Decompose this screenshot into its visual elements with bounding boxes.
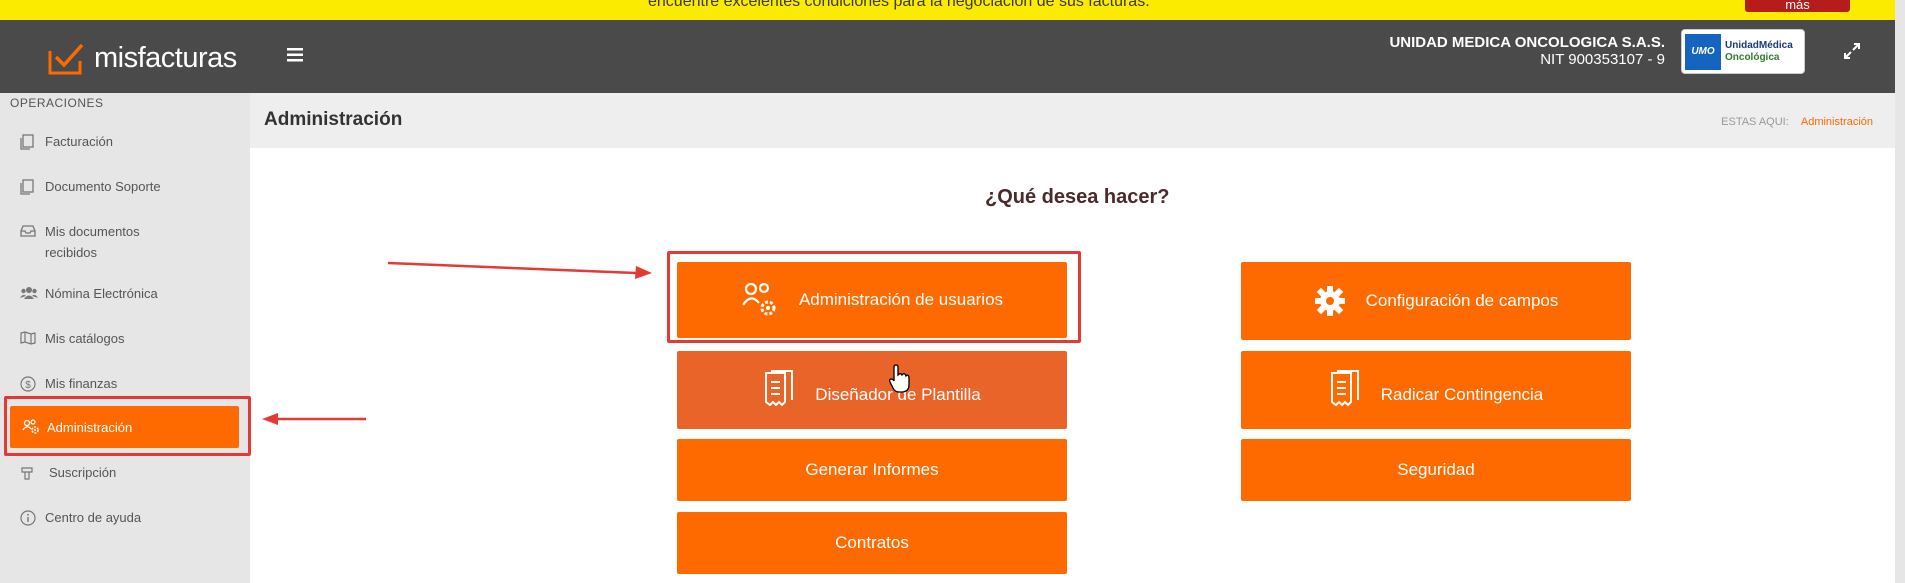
sidebar-item-label: Nómina Electrónica — [45, 286, 158, 301]
menu-toggle-icon[interactable] — [287, 42, 303, 68]
company-logo-mark: UMO — [1685, 33, 1721, 70]
admin-users-highlight-box — [667, 251, 1081, 343]
receipt-icon — [1329, 370, 1361, 410]
checkbox-logo-icon — [48, 43, 84, 75]
hand-icon — [20, 465, 36, 481]
map-icon — [20, 331, 36, 347]
generate-reports-label: Generar Informes — [805, 460, 939, 479]
fullscreen-icon[interactable] — [1844, 42, 1860, 65]
document-icon — [20, 134, 36, 150]
svg-text:$: $ — [25, 380, 31, 391]
sidebar-item-suscripcion[interactable]: Suscripción — [20, 465, 116, 481]
sidebar-item-facturacion[interactable]: Facturación — [20, 134, 113, 150]
sidebar-item-label: Mis finanzas — [45, 376, 118, 391]
sidebar-section-title: OPERACIONES — [10, 96, 104, 110]
sidebar-item-label: Suscripción — [49, 465, 117, 480]
page-scrollbar[interactable] — [1895, 0, 1905, 583]
config-fields-button[interactable]: Configuración de campos — [1241, 262, 1631, 340]
config-fields-label: Configuración de campos — [1365, 291, 1559, 310]
banner-text: encuentre excelentes condiciones para la… — [648, 0, 1150, 10]
gear-icon — [1314, 285, 1346, 317]
sidebar-item-documento-soporte[interactable]: Documento Soporte — [20, 179, 161, 195]
sidebar-item-nomina[interactable]: Nómina Electrónica — [20, 286, 158, 302]
page-question: ¿Qué desea hacer? — [985, 186, 1170, 208]
document-icon — [20, 179, 36, 195]
company-logo-line2: Oncológica — [1725, 51, 1780, 63]
dollar-icon: $ — [20, 376, 36, 392]
security-button[interactable]: Seguridad — [1241, 439, 1631, 501]
file-contingency-label: Radicar Contingencia — [1380, 385, 1544, 404]
promo-banner: encuentre excelentes condiciones para la… — [0, 0, 1905, 20]
sidebar-item-label: Mis catálogos — [45, 331, 125, 346]
security-label: Seguridad — [1397, 460, 1475, 479]
banner-more-button[interactable]: más — [1745, 0, 1850, 12]
generate-reports-button[interactable]: Generar Informes — [677, 439, 1067, 501]
sidebar-item-label: Documento Soporte — [45, 179, 161, 194]
sidebar-item-label: Facturación — [45, 134, 113, 149]
sidebar: OPERACIONES Facturación Documento Soport… — [0, 93, 250, 583]
info-icon — [20, 510, 36, 526]
contracts-button[interactable]: Contratos — [677, 512, 1067, 574]
arrow-left-icon — [262, 413, 366, 425]
company-info: UNIDAD MEDICA ONCOLOGICA S.A.S. NIT 9003… — [1389, 34, 1665, 68]
top-header: misfacturas UNIDAD MEDICA ONCOLOGICA S.A… — [0, 20, 1895, 93]
sidebar-item-label: Mis documentos recibidos — [45, 224, 140, 260]
sidebar-item-ayuda[interactable]: Centro de ayuda — [20, 510, 141, 526]
users-icon — [20, 286, 38, 302]
company-logo: UMO UnidadMédica Oncológica — [1681, 29, 1805, 74]
receipt-icon — [763, 370, 795, 410]
company-nit: NIT 900353107 - 9 — [1540, 51, 1665, 68]
sidebar-highlight-box — [4, 396, 251, 456]
contracts-label: Contratos — [835, 533, 909, 552]
sidebar-item-label: Centro de ayuda — [45, 510, 142, 525]
company-logo-line1: UnidadMédica — [1725, 39, 1793, 51]
company-name: UNIDAD MEDICA ONCOLOGICA S.A.S. — [1389, 34, 1665, 51]
file-contingency-button[interactable]: Radicar Contingencia — [1241, 351, 1631, 429]
sidebar-item-catalogos[interactable]: Mis catálogos — [20, 331, 124, 347]
hand-cursor-icon — [889, 364, 910, 393]
inbox-icon — [20, 224, 36, 240]
breadcrumb-current[interactable]: Administración — [1801, 116, 1873, 128]
template-designer-button[interactable]: Diseñador de Plantilla — [677, 351, 1067, 429]
page-titlebar: Administración ESTAS AQUI: Administració… — [250, 93, 1895, 148]
page-title: Administración — [264, 109, 403, 130]
sidebar-item-mis-documentos[interactable]: Mis documentos recibidos — [20, 224, 170, 263]
sidebar-item-finanzas[interactable]: $ Mis finanzas — [20, 376, 117, 392]
arrow-right-icon — [387, 261, 652, 279]
app-logo[interactable]: misfacturas — [48, 42, 237, 75]
breadcrumb: ESTAS AQUI: Administración — [1721, 116, 1873, 128]
breadcrumb-prefix: ESTAS AQUI: — [1721, 116, 1789, 128]
app-name: misfacturas — [94, 42, 237, 74]
